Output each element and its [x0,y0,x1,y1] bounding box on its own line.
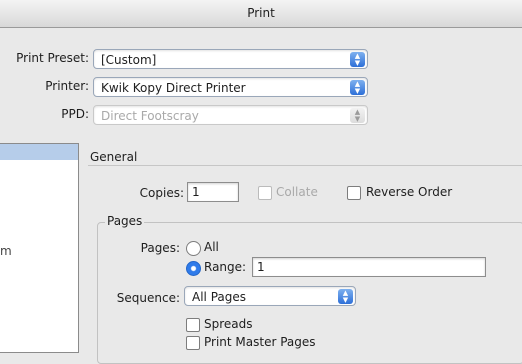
print-master-pages-checkbox[interactable] [186,336,200,350]
spreads-checkbox[interactable] [186,318,200,332]
range-field[interactable]: 1 [252,257,486,277]
pages-group-title: Pages [105,214,145,228]
pages-label: Pages: [140,241,180,255]
category-item-selected[interactable] [0,144,78,160]
updown-arrows-icon: ▲ ▼ [350,108,365,123]
ppd-popup: Direct Footscray ▲ ▼ [93,105,368,125]
category-list[interactable]: m [0,143,79,353]
pages-all-label[interactable]: All [204,240,219,254]
print-master-pages-label[interactable]: Print Master Pages [204,335,316,349]
section-title: General [90,150,138,164]
collate-label: Collate [276,185,318,199]
sequence-popup[interactable]: All Pages ▲ ▼ [184,286,356,306]
collate-checkbox [258,186,272,200]
sequence-value: All Pages [192,290,246,304]
updown-arrows-icon: ▲ ▼ [350,52,365,67]
spreads-label[interactable]: Spreads [204,317,253,331]
ppd-value: Direct Footscray [101,109,199,123]
printer-label: Printer: [45,79,89,93]
copies-field[interactable]: 1 [187,182,239,202]
updown-arrows-icon: ▲ ▼ [338,289,353,304]
section-divider [88,165,522,166]
sequence-label: Sequence: [116,291,180,305]
reverse-order-checkbox[interactable] [347,186,361,200]
printer-popup[interactable]: Kwik Kopy Direct Printer ▲ ▼ [93,77,368,97]
print-preset-value: [Custom] [101,53,157,67]
window-titlebar: Print [0,0,522,28]
reverse-order-label[interactable]: Reverse Order [366,185,452,199]
copies-label: Copies: [139,186,184,200]
pages-all-radio[interactable] [186,241,201,256]
print-preset-label: Print Preset: [16,51,89,65]
updown-arrows-icon: ▲ ▼ [350,80,365,95]
pages-range-radio[interactable] [186,261,201,276]
category-item-partial[interactable]: m [0,244,12,258]
window-title: Print [247,6,275,20]
ppd-label: PPD: [61,107,89,121]
print-preset-popup[interactable]: [Custom] ▲ ▼ [93,49,368,69]
pages-range-label[interactable]: Range: [204,260,246,274]
printer-value: Kwik Kopy Direct Printer [101,81,246,95]
